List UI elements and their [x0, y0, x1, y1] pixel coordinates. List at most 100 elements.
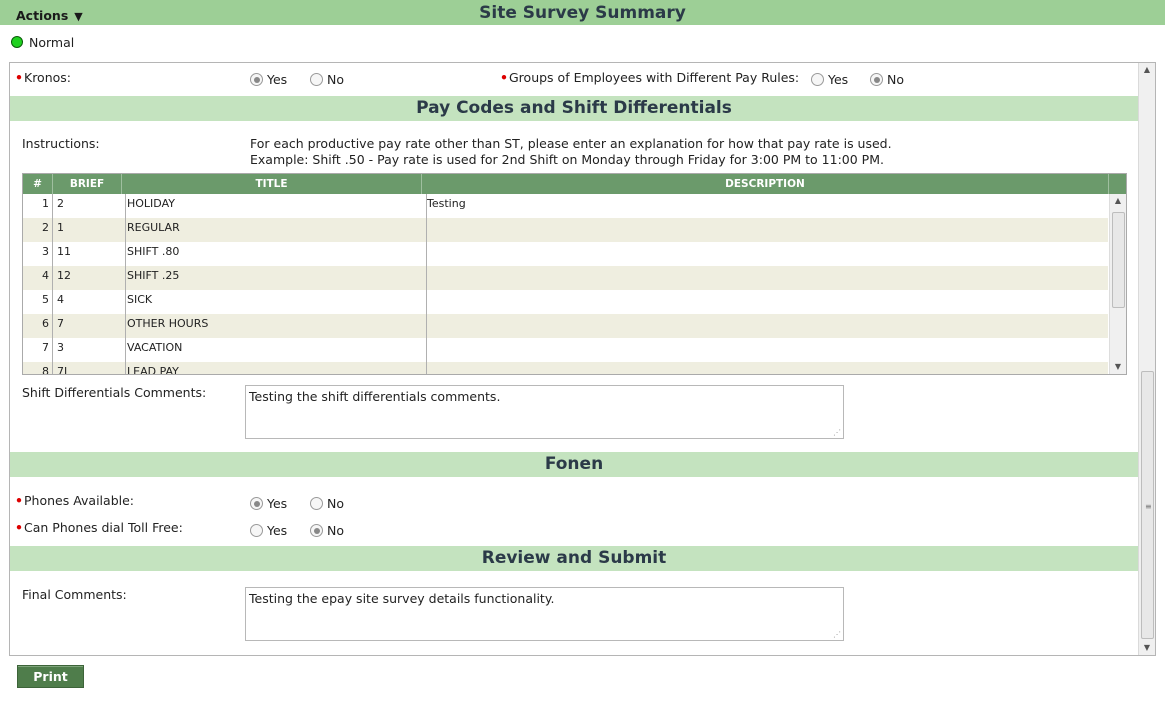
cell-brief: 12: [53, 266, 126, 290]
top-bar: Actions ▼ Site Survey Summary: [0, 0, 1165, 25]
table-row[interactable]: 4 12 SHIFT .25: [23, 266, 1108, 290]
cell-brief: 2: [53, 194, 126, 218]
cell-title: OTHER HOURS: [122, 314, 427, 338]
panel-scrollbar[interactable]: ▲ ≡ ▼: [1138, 63, 1155, 655]
resize-handle-icon[interactable]: ⋰: [833, 428, 841, 437]
row-number: 5: [42, 293, 49, 306]
required-marker: •: [500, 70, 508, 85]
radio-unchecked-icon: [811, 73, 824, 86]
yes-label: Yes: [267, 72, 288, 87]
no-label: No: [887, 72, 904, 87]
cell-brief: 3: [53, 338, 126, 362]
cell-description: [422, 362, 1113, 374]
toll-free-no-radio[interactable]: No: [310, 523, 344, 538]
radio-unchecked-icon: [310, 73, 323, 86]
cell-title: SICK: [122, 290, 427, 314]
instructions-text-line1: For each productive pay rate other than …: [250, 136, 892, 151]
row-number: 2: [42, 221, 49, 234]
phones-available-yes-radio[interactable]: Yes: [250, 496, 287, 511]
table-row[interactable]: 8 7L LEAD PAY: [23, 362, 1108, 375]
cell-num: 8: [23, 362, 53, 375]
section-header-pay-codes: Pay Codes and Shift Differentials: [10, 96, 1138, 121]
kronos-label: Kronos:: [24, 70, 72, 85]
cell-brief: 11: [53, 242, 126, 266]
cell-title: REGULAR: [122, 218, 427, 242]
print-button[interactable]: Print: [17, 665, 84, 688]
column-header-brief[interactable]: BRIEF: [53, 174, 122, 194]
scroll-thumb[interactable]: ≡: [1141, 371, 1154, 639]
required-marker: •: [15, 70, 23, 85]
cell-title: SHIFT .80: [122, 242, 427, 266]
cell-brief: 1: [53, 218, 126, 242]
groups-no-radio[interactable]: No: [870, 72, 904, 87]
row-number: 8: [42, 365, 49, 375]
cell-num: 2: [23, 218, 53, 242]
scroll-up-icon[interactable]: ▲: [1110, 194, 1126, 208]
cell-description: [422, 242, 1113, 266]
yes-label: Yes: [267, 496, 288, 511]
cell-description: Testing: [427, 197, 466, 210]
required-marker: •: [15, 520, 23, 535]
grid-scrollbar[interactable]: ▲ ▼: [1109, 194, 1126, 374]
toll-free-field-label: •Can Phones dial Toll Free:: [15, 520, 183, 535]
row-number: 6: [42, 317, 49, 330]
column-header-title[interactable]: TITLE: [122, 174, 422, 194]
grid-header: # BRIEF TITLE DESCRIPTION: [23, 174, 1126, 194]
scroll-down-icon[interactable]: ▼: [1139, 641, 1155, 655]
radio-checked-icon: [250, 497, 263, 510]
scroll-down-icon[interactable]: ▼: [1110, 360, 1126, 374]
final-comments-label: Final Comments:: [22, 587, 127, 602]
shift-comments-textarea[interactable]: Testing the shift differentials comments…: [245, 385, 844, 439]
table-row[interactable]: 6 7 OTHER HOURS: [23, 314, 1108, 338]
radio-unchecked-icon: [250, 524, 263, 537]
toll-free-yes-radio[interactable]: Yes: [250, 523, 287, 538]
kronos-field-label: •Kronos:: [15, 70, 71, 85]
cell-title: HOLIDAY: [122, 194, 427, 218]
resize-handle-icon[interactable]: ⋰: [833, 630, 841, 639]
groups-label: Groups of Employees with Different Pay R…: [509, 70, 800, 85]
required-marker: •: [15, 493, 23, 508]
scroll-up-icon[interactable]: ▲: [1139, 63, 1155, 77]
row-number: 7: [42, 341, 49, 354]
table-row[interactable]: 5 4 SICK: [23, 290, 1108, 314]
scroll-thumb[interactable]: [1112, 212, 1125, 308]
kronos-yes-radio[interactable]: Yes: [250, 72, 287, 87]
section-header-review: Review and Submit: [10, 546, 1138, 571]
cell-title: SHIFT .25: [122, 266, 427, 290]
groups-yes-radio[interactable]: Yes: [811, 72, 848, 87]
page-title: Site Survey Summary: [479, 3, 686, 23]
no-label: No: [327, 496, 344, 511]
table-row[interactable]: 2 1 REGULAR: [23, 218, 1108, 242]
table-row[interactable]: 7 3 VACATION: [23, 338, 1108, 362]
status-dot-icon: [11, 36, 23, 48]
table-row[interactable]: 3 11 SHIFT .80: [23, 242, 1108, 266]
cell-num: 7: [23, 338, 53, 362]
cell-brief: 7L: [53, 362, 126, 374]
status-label: Normal: [29, 35, 75, 50]
grip-icon: ≡: [1145, 502, 1152, 511]
yes-label: Yes: [267, 523, 288, 538]
cell-brief: 7: [53, 314, 126, 338]
section-header-phones: Fonen: [10, 452, 1138, 477]
final-comments-textarea[interactable]: Testing the epay site survey details fun…: [245, 587, 844, 641]
instructions-text-line2: Example: Shift .50 - Pay rate is used fo…: [250, 152, 884, 167]
kronos-no-radio[interactable]: No: [310, 72, 344, 87]
yes-label: Yes: [828, 72, 849, 87]
phones-available-label: Phones Available:: [24, 493, 134, 508]
toll-free-label: Can Phones dial Toll Free:: [24, 520, 183, 535]
column-header-num[interactable]: #: [23, 174, 53, 194]
shift-comments-value: Testing the shift differentials comments…: [249, 389, 501, 404]
phones-available-no-radio[interactable]: No: [310, 496, 344, 511]
column-header-description[interactable]: DESCRIPTION: [422, 174, 1109, 194]
phones-available-field-label: •Phones Available:: [15, 493, 134, 508]
cell-description: [422, 314, 1113, 338]
cell-description: [422, 218, 1113, 242]
final-comments-value: Testing the epay site survey details fun…: [249, 591, 555, 606]
radio-checked-icon: [310, 524, 323, 537]
cell-brief: 4: [53, 290, 126, 314]
instructions-label: Instructions:: [22, 136, 100, 151]
shift-comments-label: Shift Differentials Comments:: [22, 385, 207, 400]
cell-description: [422, 338, 1113, 362]
cell-description: [422, 290, 1113, 314]
table-row[interactable]: 1 2 HOLIDAY Testing: [23, 194, 1108, 218]
